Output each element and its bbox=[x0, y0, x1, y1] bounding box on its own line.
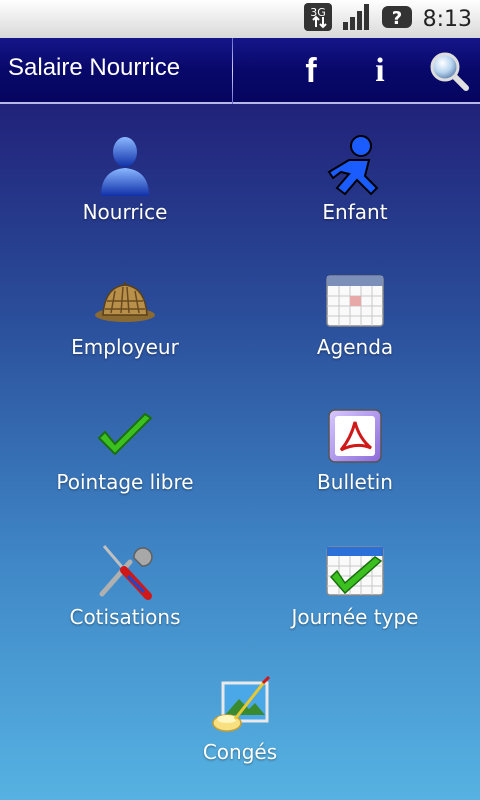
menu-item-enfant[interactable]: Enfant bbox=[240, 134, 470, 244]
search-button[interactable] bbox=[424, 46, 474, 96]
pdf-document-icon bbox=[323, 404, 387, 468]
detective-hat-icon bbox=[93, 269, 157, 333]
calendar-icon bbox=[323, 269, 387, 333]
menu-item-employeur[interactable]: Employeur bbox=[10, 269, 240, 379]
app-header: Salaire Nourrice f i bbox=[0, 38, 480, 104]
menu-item-journee-type[interactable]: Journée type bbox=[240, 539, 470, 649]
tools-icon bbox=[93, 539, 157, 603]
menu-label: Bulletin bbox=[317, 470, 393, 494]
menu-label: Journée type bbox=[291, 605, 419, 629]
checkmark-icon bbox=[93, 404, 157, 468]
menu-item-bulletin[interactable]: Bulletin bbox=[240, 404, 470, 514]
menu-item-conges[interactable]: Congés bbox=[125, 674, 355, 784]
menu-label: Congés bbox=[202, 740, 278, 764]
menu-label: Enfant bbox=[322, 200, 388, 224]
facebook-icon: f bbox=[305, 51, 317, 90]
running-child-icon bbox=[323, 134, 387, 198]
menu-label: Cotisations bbox=[69, 605, 181, 629]
menu-item-nourrice[interactable]: Nourrice bbox=[10, 134, 240, 244]
header-divider bbox=[232, 38, 233, 104]
menu-item-pointage-libre[interactable]: Pointage libre bbox=[10, 404, 240, 514]
clock: 8:13 bbox=[422, 6, 472, 32]
main-menu: Nourrice Enfant Employeur Agenda Pointag… bbox=[0, 104, 480, 800]
paint-picture-icon bbox=[208, 674, 272, 738]
info-button[interactable]: i bbox=[355, 46, 405, 96]
menu-label: Nourrice bbox=[82, 200, 168, 224]
network-3g-icon: 3G bbox=[303, 2, 333, 36]
calendar-check-icon bbox=[323, 539, 387, 603]
help-icon: ? bbox=[381, 4, 413, 34]
info-icon: i bbox=[375, 52, 385, 89]
svg-text:?: ? bbox=[391, 8, 401, 29]
signal-strength-icon bbox=[341, 2, 373, 36]
menu-label: Pointage libre bbox=[56, 470, 194, 494]
app-title: Salaire Nourrice bbox=[8, 54, 181, 81]
status-bar: 3G ? 8:13 bbox=[0, 0, 480, 38]
menu-item-agenda[interactable]: Agenda bbox=[240, 269, 470, 379]
facebook-button[interactable]: f bbox=[286, 46, 336, 96]
menu-item-cotisations[interactable]: Cotisations bbox=[10, 539, 240, 649]
menu-label: Agenda bbox=[316, 335, 394, 359]
search-icon bbox=[430, 52, 469, 91]
person-icon bbox=[93, 134, 157, 198]
menu-label: Employeur bbox=[71, 335, 179, 359]
